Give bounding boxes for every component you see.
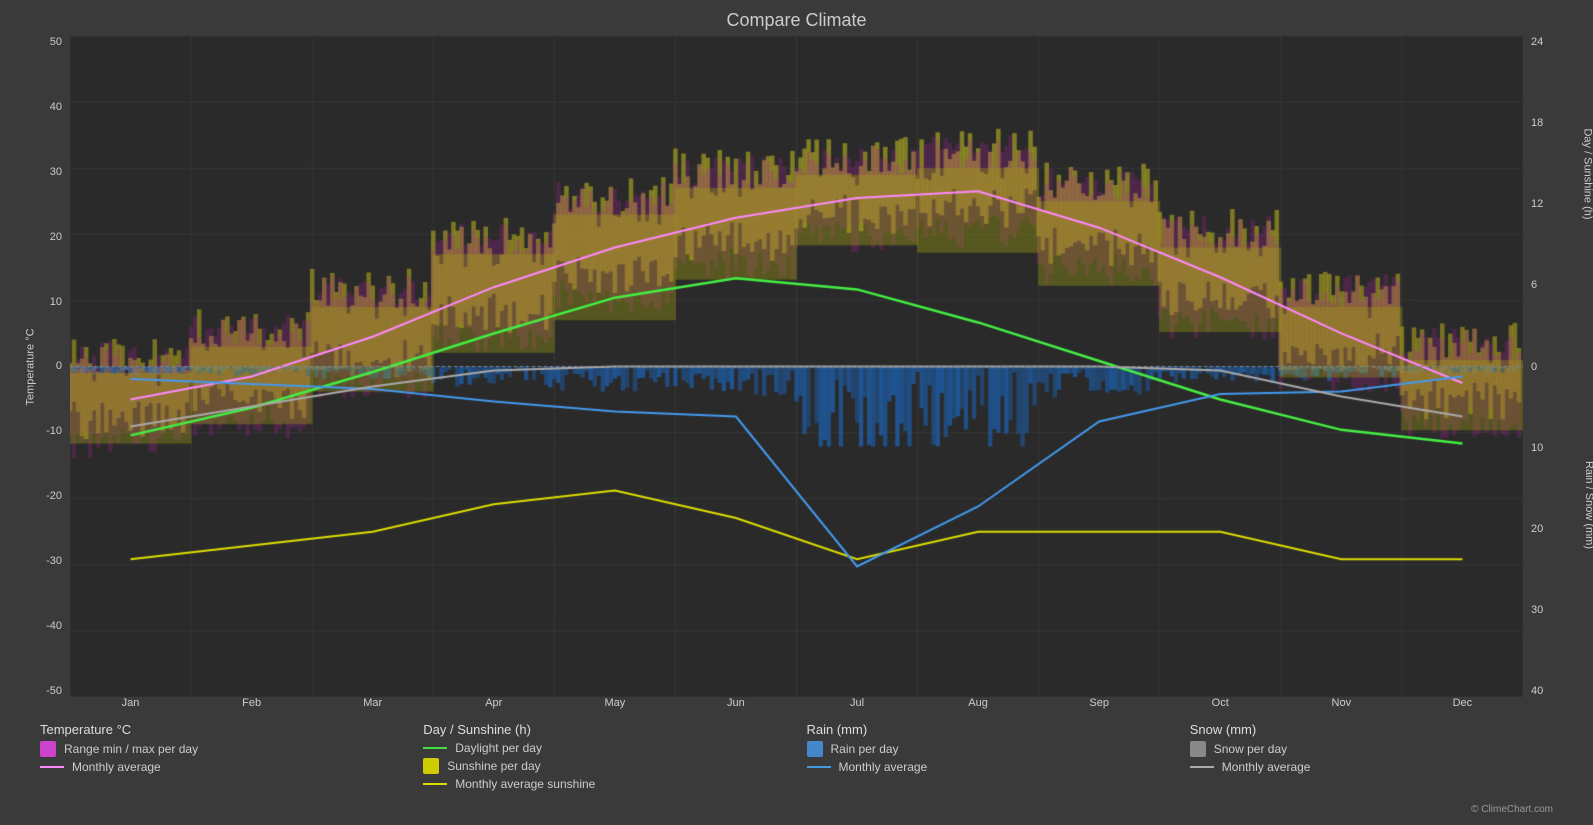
legend-area: Temperature °C Range min / max per day M… xyxy=(10,714,1583,802)
x-label-sep: Sep xyxy=(1039,697,1160,709)
main-canvas xyxy=(70,36,1523,697)
legend-temp-range: Range min / max per day xyxy=(40,741,403,757)
legend-sunshine-swatch: Sunshine per day xyxy=(423,758,786,774)
page-title: Compare Climate xyxy=(10,10,1583,31)
legend-sunshine-swatch-box xyxy=(423,758,439,774)
x-label-apr: Apr xyxy=(433,697,554,709)
legend-temp-avg: Monthly average xyxy=(40,760,403,774)
legend-daylight: Daylight per day xyxy=(423,741,786,755)
x-label-oct: Oct xyxy=(1160,697,1281,709)
x-label-jul: Jul xyxy=(796,697,917,709)
x-axis: Jan Feb Mar Apr May Jun Jul Aug Sep Oct … xyxy=(70,697,1523,709)
legend-snow: Snow (mm) Snow per day Monthly average xyxy=(1190,722,1553,794)
x-label-feb: Feb xyxy=(191,697,312,709)
legend-snow-swatch: Snow per day xyxy=(1190,741,1553,757)
x-label-jun: Jun xyxy=(675,697,796,709)
legend-rain-title: Rain (mm) xyxy=(807,722,1170,737)
x-label-jan: Jan xyxy=(70,697,191,709)
x-label-may: May xyxy=(554,697,675,709)
legend-rain-avg-line xyxy=(807,766,831,768)
y-axis-left: Temperature °C 50 40 30 20 10 0 -10 -20 … xyxy=(10,36,70,697)
legend-temp-title: Temperature °C xyxy=(40,722,403,737)
legend-temperature: Temperature °C Range min / max per day M… xyxy=(40,722,403,794)
legend-snow-swatch-box xyxy=(1190,741,1206,757)
legend-rain-swatch: Rain per day xyxy=(807,741,1170,757)
x-label-dec: Dec xyxy=(1402,697,1523,709)
legend-sunshine-avg-line xyxy=(423,783,447,785)
legend-temp-avg-line xyxy=(40,766,64,768)
legend-daylight-line xyxy=(423,747,447,749)
legend-rain: Rain (mm) Rain per day Monthly average xyxy=(807,722,1170,794)
legend-temp-range-swatch xyxy=(40,741,56,757)
y-axis-left-label: Temperature °C xyxy=(25,328,37,405)
legend-sunshine-avg: Monthly average sunshine xyxy=(423,777,786,791)
legend-snow-avg-line xyxy=(1190,766,1214,768)
legend-sun-title: Day / Sunshine (h) xyxy=(423,722,786,737)
legend-snow-avg: Monthly average xyxy=(1190,760,1553,774)
legend-rain-swatch-box xyxy=(807,741,823,757)
chart-area: Suwon Suwon ClimeChart.com ClimeChart.co… xyxy=(70,36,1523,697)
y-axis-right-bottom-label: Rain / Snow (mm) xyxy=(1583,461,1593,549)
x-label-aug: Aug xyxy=(918,697,1039,709)
x-label-mar: Mar xyxy=(312,697,433,709)
main-container: Compare Climate Temperature °C 50 40 30 … xyxy=(0,0,1593,825)
y-axis-right: 24 18 12 6 0 10 20 30 40 Day / Sunshine … xyxy=(1523,36,1583,697)
x-label-nov: Nov xyxy=(1281,697,1402,709)
legend-rain-avg: Monthly average xyxy=(807,760,1170,774)
legend-sunshine: Day / Sunshine (h) Daylight per day Suns… xyxy=(423,722,786,794)
legend-snow-title: Snow (mm) xyxy=(1190,722,1553,737)
y-axis-right-top-label: Day / Sunshine (h) xyxy=(1581,129,1593,220)
copyright: © ClimeChart.com xyxy=(10,804,1583,815)
